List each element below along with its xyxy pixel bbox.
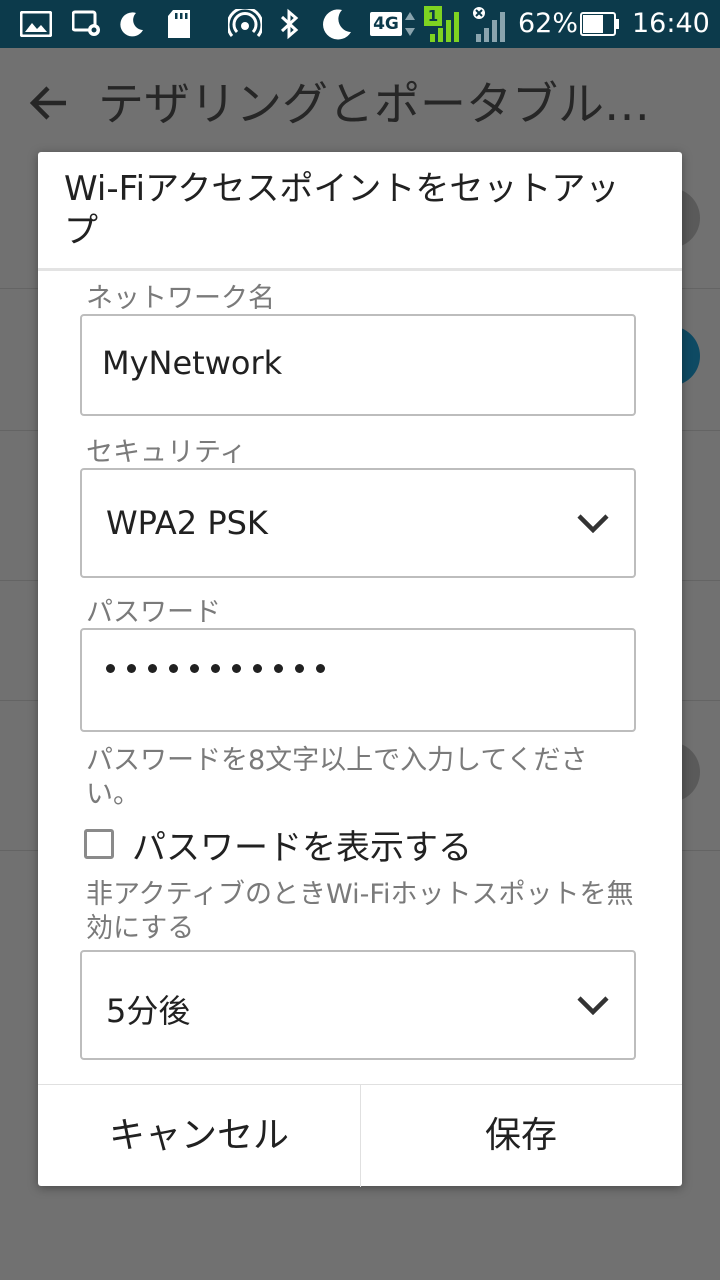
network-4g-icon: 4G — [370, 0, 416, 48]
night-mode-icon — [320, 0, 354, 48]
network-name-label: ネットワーク名 — [86, 283, 275, 314]
status-bar: 4G 1 62% 16:40 — [0, 0, 720, 48]
password-dot — [127, 664, 136, 673]
timeout-selected-value: 5分後 — [106, 992, 191, 1030]
security-dropdown[interactable]: WPA2 PSK — [80, 468, 636, 578]
app-bar: テザリングとポータブル… — [0, 48, 720, 160]
password-dot — [316, 664, 325, 673]
password-dot — [295, 664, 304, 673]
password-dot — [169, 664, 178, 673]
bluetooth-icon — [278, 0, 302, 48]
show-password-checkbox[interactable] — [84, 829, 114, 859]
signal-sim1-icon: 1 — [424, 0, 464, 48]
password-dot — [253, 664, 262, 673]
gallery-notification-icon — [20, 0, 52, 48]
back-arrow-icon[interactable] — [28, 82, 70, 128]
wifi-hotspot-setup-dialog: Wi-Fiアクセスポイントをセットアップ ネットワーク名 MyNetwork セ… — [38, 152, 682, 1187]
battery-percent: 62% — [518, 8, 579, 39]
password-dot — [274, 664, 283, 673]
save-button[interactable]: 保存 — [360, 1085, 682, 1187]
network-type-badge: 4G — [370, 12, 402, 36]
network-name-input[interactable]: MyNetwork — [80, 314, 636, 416]
network-name-value: MyNetwork — [102, 344, 283, 382]
password-dot — [211, 664, 220, 673]
password-input[interactable] — [80, 628, 636, 732]
password-hint: パスワードを8文字以上で入力してください。 — [86, 745, 588, 810]
hotspot-icon — [228, 0, 262, 48]
hotspot-timeout-label: 非アクティブのときWi-Fiホットスポットを無効にする — [86, 879, 634, 944]
title-divider — [38, 268, 682, 271]
security-selected-value: WPA2 PSK — [106, 504, 268, 542]
cancel-button[interactable]: キャンセル — [38, 1085, 360, 1187]
show-password-row[interactable]: パスワードを表示する — [84, 822, 472, 868]
clock: 16:40 — [632, 8, 710, 39]
battery-icon — [580, 0, 620, 48]
security-label: セキュリティ — [86, 437, 247, 468]
chevron-down-icon — [576, 513, 610, 537]
password-dot — [232, 664, 241, 673]
dialog-actions: キャンセル 保存 — [38, 1084, 682, 1187]
do-not-disturb-notification-icon — [118, 0, 146, 48]
hotspot-timeout-dropdown[interactable]: 5分後 — [80, 950, 636, 1060]
password-dot — [190, 664, 199, 673]
chevron-down-icon — [576, 995, 610, 1019]
dialog-title: Wi-Fiアクセスポイントをセットアップ — [64, 169, 620, 251]
password-dot — [148, 664, 157, 673]
signal-sim2-no-service-icon — [470, 0, 510, 48]
screen-settings-notification-icon — [72, 0, 102, 48]
password-masked-value — [106, 664, 325, 673]
sd-card-notification-icon — [166, 0, 192, 48]
show-password-label: パスワードを表示する — [132, 827, 472, 868]
password-dot — [106, 664, 115, 673]
password-label: パスワード — [86, 597, 221, 628]
app-bar-title: テザリングとポータブル… — [98, 77, 650, 131]
